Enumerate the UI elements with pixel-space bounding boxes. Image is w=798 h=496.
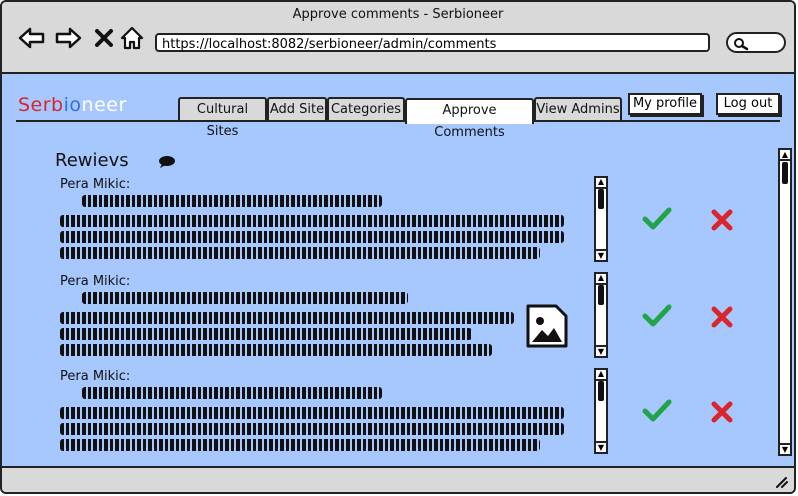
scroll-down-icon[interactable]: ▼ [597, 252, 605, 260]
review-text-line [60, 407, 564, 419]
tab-cultural-sites[interactable]: Cultural Sites [178, 97, 267, 139]
review-text-line [60, 312, 514, 324]
review-text-line [60, 439, 540, 451]
scroll-up-icon[interactable]: ▲ [597, 178, 605, 186]
logo-part-io: io [63, 94, 82, 116]
scroll-up-icon[interactable]: ▲ [597, 274, 605, 282]
site-logo[interactable]: Serbioneer [18, 94, 127, 116]
review-author: Pera Mikic: [60, 369, 131, 384]
scroll-thumb[interactable] [598, 189, 604, 209]
review-scrollbar[interactable]: ▲ ▼ [594, 272, 608, 358]
approve-check-icon[interactable] [642, 206, 672, 236]
page-content: Serbioneer Cultural Sites Add Site Categ… [2, 74, 794, 470]
review-text-line [82, 387, 382, 399]
scroll-down-icon[interactable]: ▼ [781, 445, 789, 454]
home-icon[interactable] [118, 24, 146, 52]
window-title: Approve comments - Serbioneer [292, 7, 504, 22]
review-text-line [60, 344, 492, 356]
tab-approve-comments[interactable]: Approve Comments [405, 98, 534, 140]
tab-categories[interactable]: Categories [327, 97, 405, 121]
search-icon [734, 38, 749, 51]
review-text-line [60, 231, 564, 243]
approve-check-icon[interactable] [642, 398, 672, 428]
tab-add-site[interactable]: Add Site [267, 97, 327, 121]
browser-search-input[interactable] [726, 32, 786, 53]
review-text-line [60, 328, 472, 340]
forward-icon[interactable] [54, 24, 82, 52]
scroll-up-icon[interactable]: ▲ [597, 370, 605, 378]
review-text-line [82, 195, 382, 207]
url-input[interactable]: https://localhost:8082/serbioneer/admin/… [155, 33, 710, 52]
back-icon[interactable] [18, 24, 46, 52]
scroll-thumb[interactable] [598, 381, 604, 401]
comment-icon [158, 154, 176, 173]
review-text-line [60, 423, 564, 435]
page-scrollbar[interactable]: ▲ ▼ [778, 148, 792, 456]
review-text-line [60, 215, 564, 227]
review-text-line [82, 292, 408, 304]
scroll-up-icon[interactable]: ▲ [781, 150, 789, 159]
reject-cross-icon[interactable] [710, 208, 734, 236]
page-title: Rewievs [55, 150, 129, 171]
image-icon[interactable] [526, 304, 568, 352]
review-text-line [60, 247, 540, 259]
browser-window: Approve comments - Serbioneer https://lo… [0, 0, 796, 494]
browser-titlebar: Approve comments - Serbioneer https://lo… [2, 2, 794, 74]
scroll-thumb[interactable] [598, 285, 604, 305]
scroll-down-icon[interactable]: ▼ [597, 348, 605, 356]
scroll-down-icon[interactable]: ▼ [597, 444, 605, 452]
review-author: Pera Mikic: [60, 177, 131, 192]
reject-cross-icon[interactable] [710, 305, 734, 333]
tab-underline [16, 120, 780, 122]
resize-grip-icon[interactable] [774, 476, 788, 488]
logout-button[interactable]: Log out [716, 93, 780, 115]
logo-part-neer: neer [81, 94, 127, 116]
reject-cross-icon[interactable] [710, 400, 734, 428]
status-bar [2, 466, 794, 492]
review-author: Pera Mikic: [60, 274, 131, 289]
review-scrollbar[interactable]: ▲ ▼ [594, 368, 608, 454]
approve-check-icon[interactable] [642, 303, 672, 333]
scroll-thumb[interactable] [782, 162, 788, 184]
tab-view-admins[interactable]: View Admins [534, 97, 622, 121]
review-scrollbar[interactable]: ▲ ▼ [594, 176, 608, 262]
logo-part-serb: Serb [18, 94, 64, 116]
stop-icon[interactable] [90, 24, 118, 52]
my-profile-button[interactable]: My profile [628, 93, 702, 115]
